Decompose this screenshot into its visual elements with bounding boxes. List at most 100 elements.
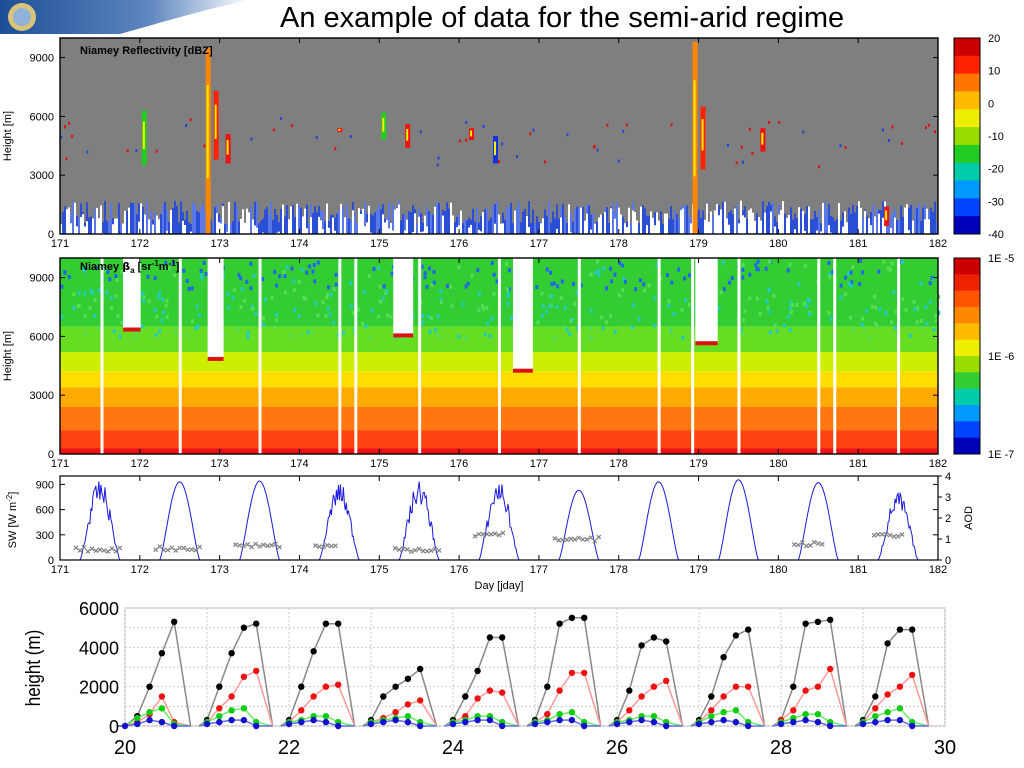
clutter-column	[896, 220, 898, 234]
noise-speck	[300, 332, 304, 337]
noise-speck	[197, 313, 201, 318]
panel-title: Niamey βa [sr-1m-1]	[80, 259, 180, 275]
noise-speck	[254, 311, 258, 316]
echo-speck	[155, 149, 158, 153]
clutter-column	[672, 219, 674, 234]
clutter-column	[580, 207, 582, 234]
colorbar-band	[954, 198, 980, 217]
y2-tick-label: 0	[945, 555, 951, 567]
cloud-base	[512, 368, 533, 373]
colorbar-tick-label: 1E -5	[988, 253, 1014, 265]
series-point	[474, 667, 481, 675]
noise-speck	[870, 304, 874, 309]
clutter-column	[234, 201, 236, 234]
clutter-column	[106, 220, 108, 234]
clutter-column	[724, 201, 726, 234]
series-point	[650, 683, 658, 690]
noise-speck	[310, 329, 314, 334]
clutter-column	[252, 220, 254, 234]
clutter-column	[570, 213, 572, 234]
noise-speck	[278, 274, 282, 279]
echo-speck	[437, 156, 440, 160]
clutter-column	[308, 223, 310, 234]
noise-speck	[506, 293, 510, 298]
clutter-column	[898, 220, 900, 234]
noise-speck	[928, 300, 932, 305]
noise-speck	[597, 269, 601, 274]
clutter-column	[180, 201, 182, 234]
noise-speck	[589, 272, 593, 277]
echo-speck	[891, 125, 894, 129]
noise-speck	[324, 313, 328, 318]
echo-speck	[617, 159, 620, 163]
noise-speck	[445, 284, 449, 289]
clutter-column	[540, 223, 542, 234]
series-point	[581, 722, 588, 730]
series-point	[228, 693, 235, 700]
clutter-column	[268, 214, 270, 234]
x-tick-label: 179	[689, 564, 707, 576]
clutter-column	[332, 217, 334, 234]
noise-speck	[60, 284, 64, 289]
noise-speck	[328, 312, 332, 317]
echo-speck	[529, 132, 532, 136]
noise-speck	[795, 302, 799, 307]
data-gap	[258, 258, 262, 454]
series-point	[298, 718, 305, 726]
noise-speck	[199, 268, 203, 273]
clutter-column	[566, 223, 568, 234]
clutter-column	[430, 214, 432, 234]
clutter-column	[110, 203, 112, 234]
clutter-column	[920, 221, 922, 234]
noise-speck	[67, 275, 71, 280]
clutter-column	[924, 219, 926, 234]
series-point	[650, 713, 658, 720]
clutter-column	[864, 210, 866, 234]
noise-speck	[470, 273, 474, 278]
noise-speck	[597, 273, 601, 278]
noise-speck	[667, 299, 671, 304]
clutter-column	[300, 207, 302, 234]
clutter-column	[84, 226, 86, 234]
noise-speck	[420, 313, 424, 318]
series-point	[872, 718, 879, 726]
y-tick-label: 300	[36, 530, 54, 542]
series-point	[322, 683, 330, 690]
clutter-column	[544, 209, 546, 234]
series-point	[335, 620, 342, 627]
echo-core	[761, 132, 764, 145]
noise-speck	[325, 295, 329, 300]
clutter-column	[818, 210, 820, 234]
noise-speck	[232, 288, 236, 293]
series-point	[626, 687, 633, 694]
clutter-column	[284, 216, 286, 234]
noise-speck	[464, 335, 468, 340]
colorbar-band	[954, 258, 980, 275]
clutter-column	[316, 212, 318, 234]
clutter-column	[194, 204, 196, 234]
title-part: ]	[176, 261, 180, 273]
noise-speck	[91, 290, 95, 295]
noise-speck	[839, 283, 843, 288]
clutter-column	[714, 210, 716, 234]
clutter-column	[568, 204, 570, 234]
series-point	[322, 713, 330, 720]
clutter-column	[186, 211, 188, 234]
cloud-base	[207, 356, 224, 361]
echo-speck	[68, 122, 71, 126]
clutter-column	[910, 204, 912, 234]
clutter-column	[812, 219, 814, 234]
clutter-column	[418, 216, 420, 234]
noise-speck	[377, 266, 381, 271]
series-point	[732, 683, 740, 690]
series-point	[298, 683, 305, 690]
clutter-column	[792, 219, 794, 234]
clutter-column	[832, 217, 834, 234]
noise-speck	[919, 319, 923, 324]
clutter-column	[650, 215, 652, 234]
noise-speck	[589, 327, 593, 332]
clutter-column	[102, 222, 104, 234]
noise-speck	[758, 311, 762, 316]
noise-speck	[77, 290, 81, 295]
clutter-column	[286, 205, 288, 234]
